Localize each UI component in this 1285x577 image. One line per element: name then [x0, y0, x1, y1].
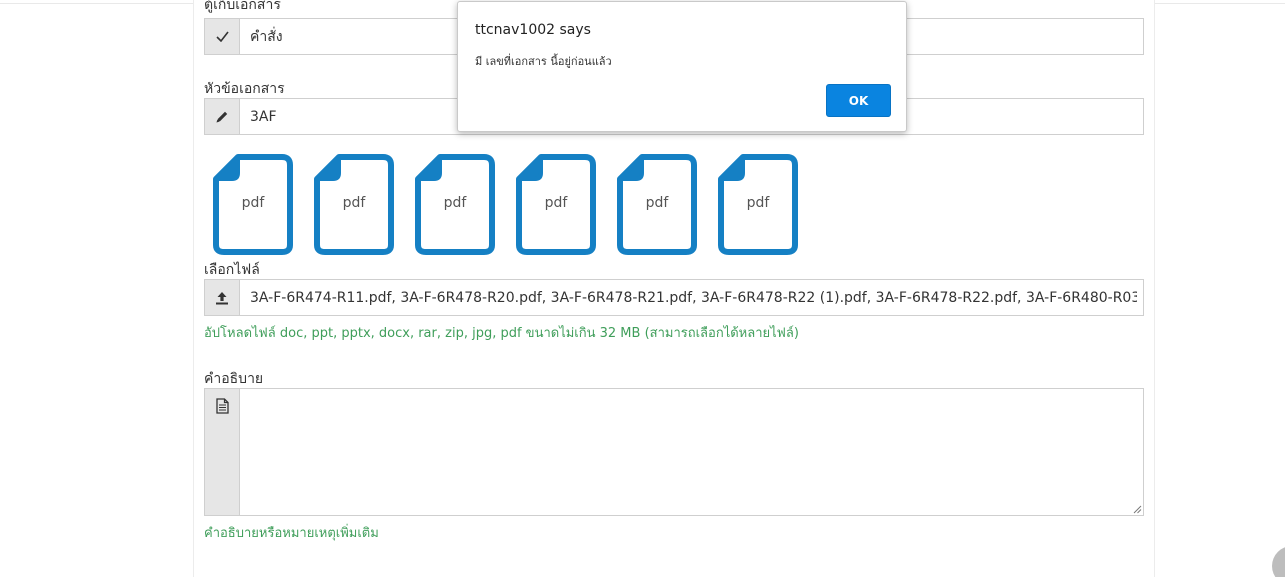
pdf-label: pdf — [645, 195, 669, 211]
ok-button[interactable]: OK — [826, 84, 891, 117]
alert-dialog: ttcnav1002 says มี เลขที่เอกสาร นี้อยู่ก… — [457, 1, 907, 132]
pdf-attachment[interactable]: pdf — [616, 153, 698, 255]
description-value — [250, 389, 1137, 515]
pdf-label: pdf — [746, 195, 770, 211]
floating-scroll-button[interactable] — [1272, 546, 1285, 577]
pdf-label: pdf — [443, 195, 467, 211]
pdf-attachment[interactable]: pdf — [515, 153, 597, 255]
check-icon — [205, 19, 240, 54]
pdf-attachment[interactable]: pdf — [313, 153, 395, 255]
pdf-attachment[interactable]: pdf — [212, 153, 294, 255]
pdf-attachment[interactable]: pdf — [414, 153, 496, 255]
pencil-icon — [205, 99, 240, 134]
file-label: เลือกไฟล์ — [204, 262, 260, 278]
description-help-text: คำอธิบายหรือหมายเหตุเพิ่มเติม — [204, 526, 379, 541]
dialog-message: มี เลขที่เอกสาร นี้อยู่ก่อนแล้ว — [475, 55, 612, 68]
upload-icon — [205, 280, 240, 315]
pdf-label: pdf — [544, 195, 568, 211]
file-input[interactable]: 3A-F-6R474-R11.pdf, 3A-F-6R478-R20.pdf, … — [204, 279, 1144, 316]
pdf-label: pdf — [241, 195, 265, 211]
pdf-label: pdf — [342, 195, 366, 211]
pdf-attachment[interactable]: pdf — [717, 153, 799, 255]
document-icon — [205, 389, 240, 515]
file-names: 3A-F-6R474-R11.pdf, 3A-F-6R478-R20.pdf, … — [250, 289, 1137, 306]
dialog-title: ttcnav1002 says — [475, 22, 591, 38]
subject-label: หัวข้อเอกสาร — [204, 81, 285, 97]
description-textarea[interactable] — [204, 388, 1144, 516]
resize-handle[interactable] — [1133, 505, 1142, 514]
description-label: คำอธิบาย — [204, 371, 264, 387]
file-help-text: อัปโหลดไฟล์ doc, ppt, pptx, docx, rar, z… — [204, 326, 799, 341]
category-label: ตู้เก็บเอกสาร — [204, 0, 281, 13]
